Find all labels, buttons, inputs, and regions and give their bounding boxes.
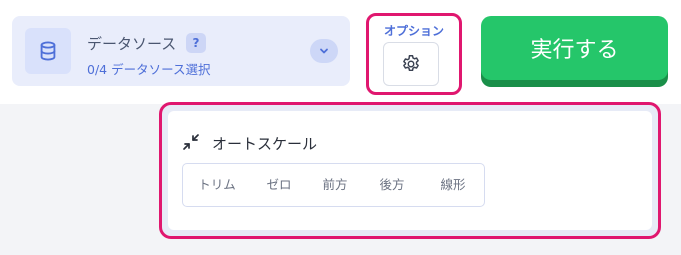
autoscale-mode-forward[interactable]: 前方: [307, 164, 363, 206]
autoscale-title: オートスケール: [212, 135, 318, 153]
collapse-arrows-icon: [183, 134, 199, 150]
autoscale-mode-trim[interactable]: トリム: [183, 164, 251, 206]
top-bar: データソース ? 0/4 データソース選択 オプション 実行する: [0, 0, 681, 104]
datasource-selection-count: 0/4 データソース選択: [87, 62, 211, 77]
chevron-down-icon[interactable]: [310, 39, 338, 63]
autoscale-mode-linear[interactable]: 線形: [421, 164, 485, 206]
database-icon: [25, 28, 71, 74]
autoscale-mode-group: トリム ゼロ 前方 後方 線形: [182, 163, 485, 207]
gear-icon: [403, 55, 419, 72]
datasource-title: データソース: [87, 35, 177, 53]
autoscale-mode-backward[interactable]: 後方: [363, 164, 421, 206]
autoscale-panel: オートスケール トリム ゼロ 前方 後方 線形: [168, 111, 652, 230]
options-button[interactable]: [383, 42, 439, 86]
datasource-selector[interactable]: データソース ? 0/4 データソース選択: [12, 16, 350, 86]
help-icon[interactable]: ?: [186, 33, 206, 53]
options-highlight: オプション: [366, 13, 462, 95]
run-button[interactable]: 実行する: [481, 16, 668, 80]
autoscale-mode-zero[interactable]: ゼロ: [251, 164, 307, 206]
options-label: オプション: [383, 24, 444, 38]
